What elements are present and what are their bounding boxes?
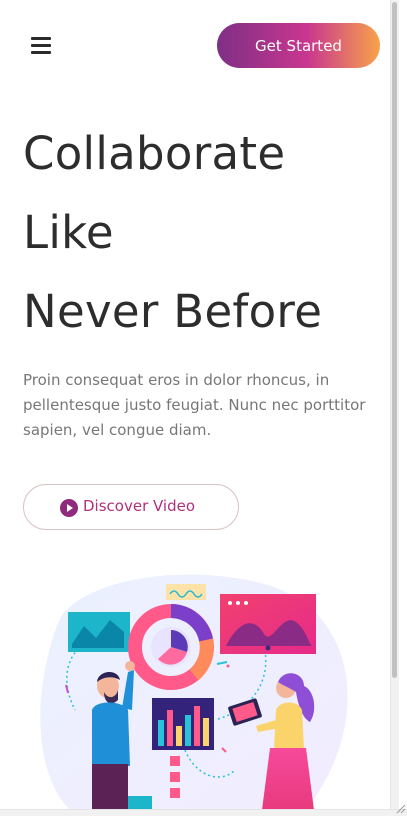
man-shirt xyxy=(92,702,130,766)
bar xyxy=(194,706,200,746)
team-collaboration-illustration xyxy=(40,574,348,809)
vertical-scrollbar[interactable] xyxy=(390,0,399,809)
menu-bar xyxy=(31,51,51,54)
man-pants xyxy=(92,764,128,809)
bar xyxy=(176,726,182,746)
checkbox xyxy=(170,772,180,782)
card-dot xyxy=(236,601,240,605)
bar xyxy=(167,710,173,746)
bar xyxy=(158,720,164,746)
decor-dot xyxy=(265,645,271,651)
bar xyxy=(185,715,191,746)
menu-bar xyxy=(31,37,51,40)
play-circle-icon xyxy=(60,499,78,517)
hamburger-menu-icon[interactable] xyxy=(31,36,51,54)
device xyxy=(128,796,152,809)
hero-description: Proin consequat eros in dolor rhoncus, i… xyxy=(23,371,366,439)
decor-dot xyxy=(226,664,230,668)
menu-bar xyxy=(31,44,51,47)
hero-title-line: Like xyxy=(23,206,114,259)
scrollbar-thumb[interactable] xyxy=(392,2,397,678)
discover-video-button[interactable]: Discover Video xyxy=(23,484,239,530)
checkbox xyxy=(170,756,180,766)
get-started-button[interactable]: Get Started xyxy=(217,23,380,68)
man-hand xyxy=(125,661,135,671)
woman-skirt xyxy=(262,748,314,809)
resize-handle-icon[interactable] xyxy=(396,804,406,814)
bar xyxy=(203,718,209,746)
card-dot xyxy=(228,601,232,605)
discover-video-label: Discover Video xyxy=(83,497,196,515)
hero-title-line: Never Before xyxy=(23,285,323,338)
hero-title-line: Collaborate xyxy=(23,127,286,180)
hero-title: Collaborate Like Never Before xyxy=(23,114,322,351)
checkbox xyxy=(170,788,180,798)
landing-page: Get Started Collaborate Like Never Befor… xyxy=(0,0,399,809)
card-dot xyxy=(244,601,248,605)
